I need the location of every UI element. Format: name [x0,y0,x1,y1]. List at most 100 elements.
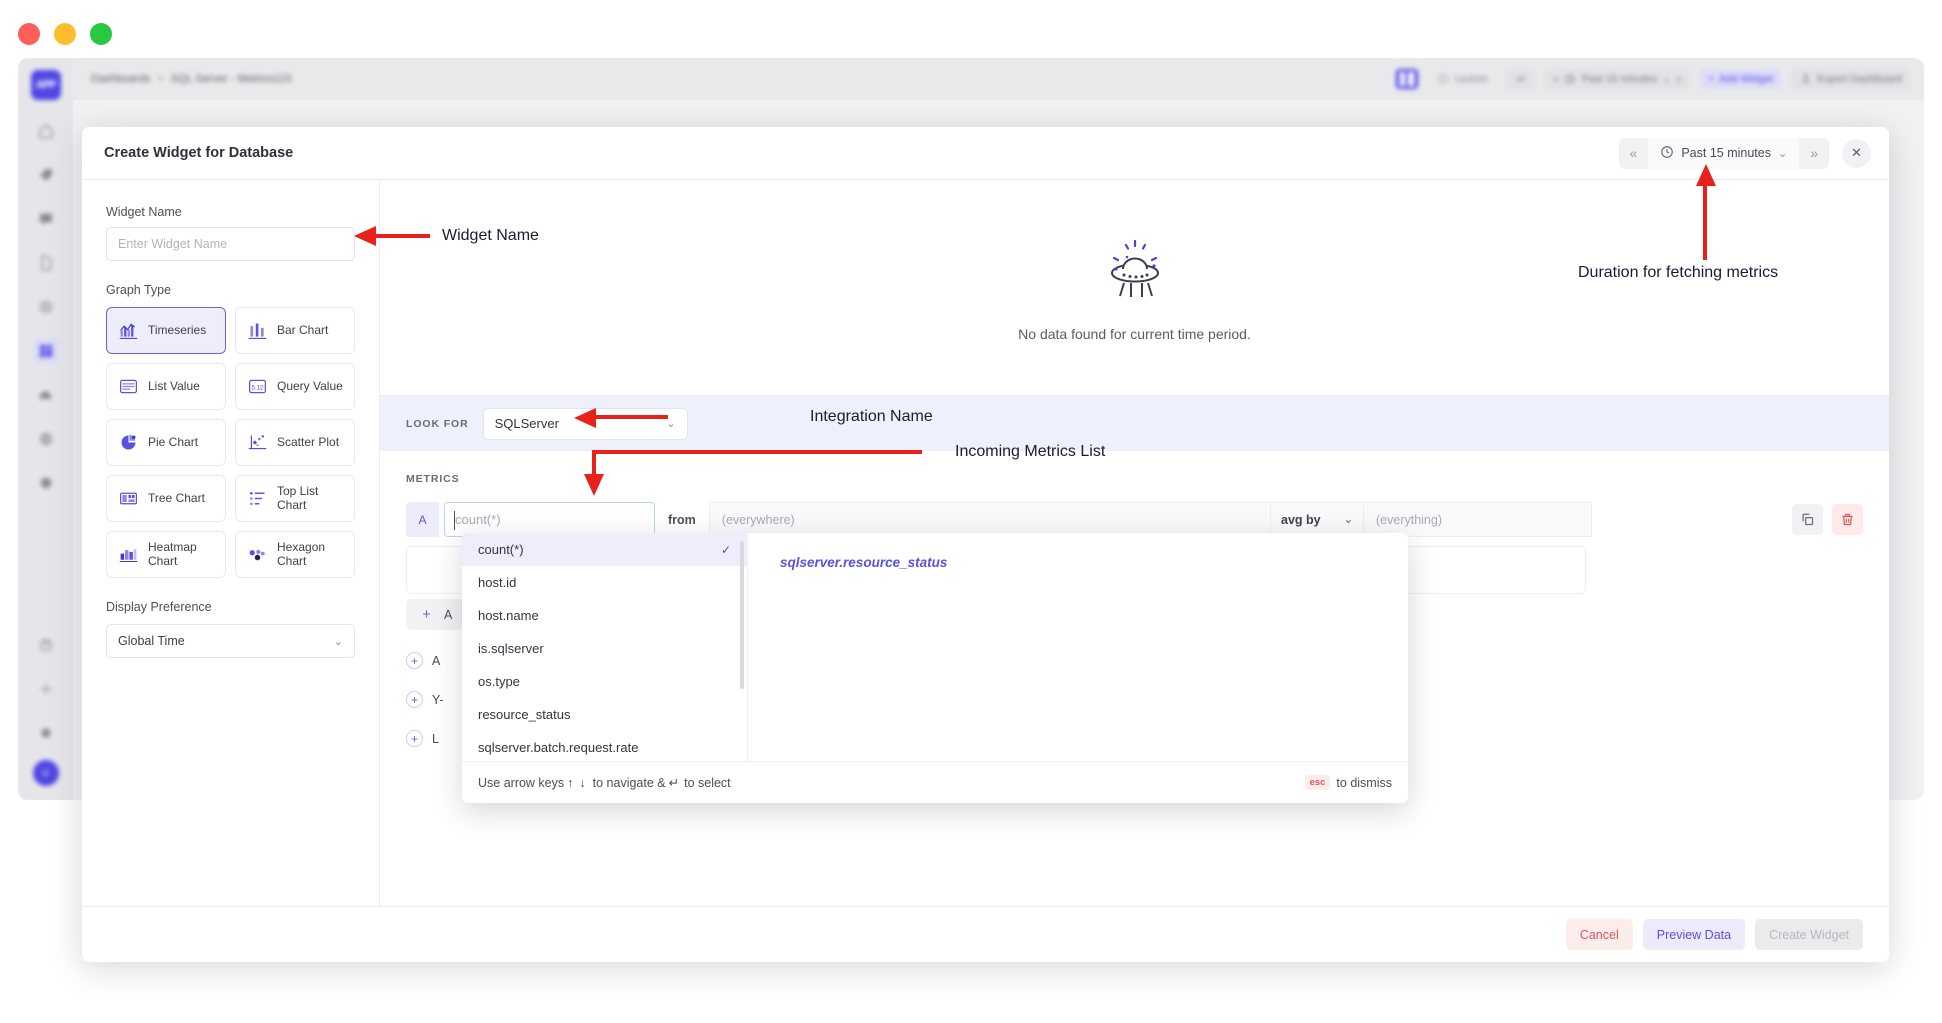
graph-type-list-value[interactable]: List Value [106,363,226,410]
graph-type-label-text: Bar Chart [277,324,328,338]
widget-name-input[interactable]: Enter Widget Name [106,227,355,261]
aggregation-select[interactable]: avg by ⌄ [1271,502,1364,537]
graph-type-label-text: Timeseries [148,324,206,338]
refresh-icon [1436,73,1449,86]
close-modal-button[interactable]: ✕ [1842,139,1871,168]
breadcrumb-root[interactable]: Dashboards [91,73,150,85]
dropdown-option-label: is.sqlserver [478,641,544,656]
brand-logo[interactable]: APP [31,70,61,100]
graph-type-label: Graph Type [106,283,355,297]
time-range-prev-button[interactable]: « [1619,138,1649,169]
hint-mid: to navigate & [593,776,666,790]
sidebar-item-dot[interactable] [33,720,59,746]
dropdown-option[interactable]: host.name [462,599,747,632]
graph-type-scatter-plot[interactable]: Scatter Plot [235,419,355,466]
sidebar-item-cloud[interactable] [33,382,59,408]
add-formula-label: A [432,654,440,668]
avatar[interactable]: U [33,760,59,786]
add-query-button[interactable]: + A [406,599,464,630]
dropdown-option[interactable]: is.sqlserver [462,632,747,665]
chevron-down-icon: ⌄ [334,635,343,648]
sidebar-item-globe[interactable] [33,426,59,452]
graph-type-bar-chart[interactable]: Bar Chart [235,307,355,354]
display-preference-select[interactable]: Global Time ⌄ [106,624,355,658]
dropdown-option[interactable]: host.id [462,566,747,599]
prev-range-icon[interactable]: « [1553,73,1559,85]
query-value-icon: 5.12 [247,376,268,397]
graph-type-label-text: Top List Chart [277,485,343,513]
sidebar-item-chat[interactable] [33,206,59,232]
clock-icon [1564,73,1577,86]
graph-type-grid: Timeseries Bar Chart List Value [106,307,355,578]
layout-toggle-button[interactable] [1396,69,1418,89]
sidebar-item-document[interactable] [33,250,59,276]
plus-icon: + [418,606,435,623]
dropdown-option[interactable]: count(*) ✓ [462,533,747,566]
graph-type-tree-chart[interactable]: Tree Chart [106,475,226,522]
chevron-down-icon: ⌄ [1778,147,1787,160]
duplicate-metric-button[interactable] [1792,504,1823,535]
sidebar-item-target[interactable] [33,294,59,320]
cancel-button[interactable]: Cancel [1566,919,1633,950]
dropdown-option-label: host.id [478,575,516,590]
hint-suffix: to select [684,776,731,790]
pie-chart-icon [118,432,139,453]
maximize-window-button[interactable] [90,23,112,45]
modal-time-range-select[interactable]: Past 15 minutes ⌄ [1648,138,1799,169]
dropdown-scrollbar[interactable] [740,541,744,689]
export-dashboard-button[interactable]: Export Dashboard [1791,69,1910,90]
breadcrumb: Dashboards > SQL Server - Metrics123 [91,73,291,85]
graph-type-query-value[interactable]: 5.12 Query Value [235,363,355,410]
update-button[interactable]: Update [1428,69,1496,90]
plus-icon: + [1708,73,1714,85]
scope-input[interactable]: (everywhere) [709,502,1271,537]
sidebar-item-home[interactable] [33,118,59,144]
sidebar-item-tag[interactable] [33,162,59,188]
group-by-input[interactable]: (everything) [1364,502,1592,537]
preview-data-button[interactable]: Preview Data [1643,919,1745,950]
add-y-axis-label: Y- [432,693,443,707]
export-icon [1799,73,1812,86]
look-for-label: LOOK FOR [406,418,469,430]
sidebar-item-circle[interactable] [33,470,59,496]
create-widget-button[interactable]: Create Widget [1755,919,1863,950]
bar-chart-icon [247,320,268,341]
graph-type-top-list-chart[interactable]: Top List Chart [235,475,355,522]
display-preference-label: Display Preference [106,600,355,614]
sidebar-item-settings[interactable] [33,676,59,702]
arrow-up-key-icon: ↑ [564,776,576,790]
time-range-next-button[interactable]: » [1799,138,1829,169]
graph-type-hexagon-chart[interactable]: Hexagon Chart [235,531,355,578]
chevron-down-icon[interactable]: ⌄ [1662,73,1671,85]
plus-circle-icon: + [406,730,423,747]
dropdown-option[interactable]: resource_status [462,698,747,731]
annotation-line-metrics-h [592,450,922,454]
add-widget-button[interactable]: + Add Widget [1700,69,1781,89]
graph-type-label-text: Pie Chart [148,436,198,450]
modal-header: Create Widget for Database « Past 15 min… [82,127,1889,180]
widget-config-panel: Widget Name Enter Widget Name Graph Type… [82,180,380,906]
graph-type-timeseries[interactable]: Timeseries [106,307,226,354]
dropdown-option[interactable]: os.type [462,665,747,698]
modal-time-range-label: Past 15 minutes [1681,146,1771,160]
share-button[interactable] [1506,69,1535,90]
sidebar-item-dashboard[interactable] [33,338,59,364]
sidebar-item-help[interactable] [33,632,59,658]
hexagon-icon [247,544,268,565]
close-window-button[interactable] [18,23,40,45]
update-label: Update [1454,73,1488,85]
annotation-label-duration: Duration for fetching metrics [1578,264,1778,282]
topbar-time-range[interactable]: « Past 15 minutes ⌄ » [1545,69,1690,90]
dropdown-option[interactable]: sqlserver.batch.request.rate [462,731,747,761]
next-range-icon[interactable]: » [1676,73,1682,85]
widget-name-label: Widget Name [106,205,355,219]
left-sidebar: APP [18,58,73,800]
graph-type-pie-chart[interactable]: Pie Chart [106,419,226,466]
metric-input[interactable]: count(*) [444,502,655,537]
delete-metric-button[interactable] [1832,504,1863,535]
minimize-window-button[interactable] [54,23,76,45]
annotation-line-integration [596,415,668,419]
breadcrumb-current: SQL Server - Metrics123 [171,73,292,85]
graph-type-heatmap-chart[interactable]: Heatmap Chart [106,531,226,578]
dropdown-option-list[interactable]: count(*) ✓ host.id host.name is.sqlserve… [462,533,747,761]
